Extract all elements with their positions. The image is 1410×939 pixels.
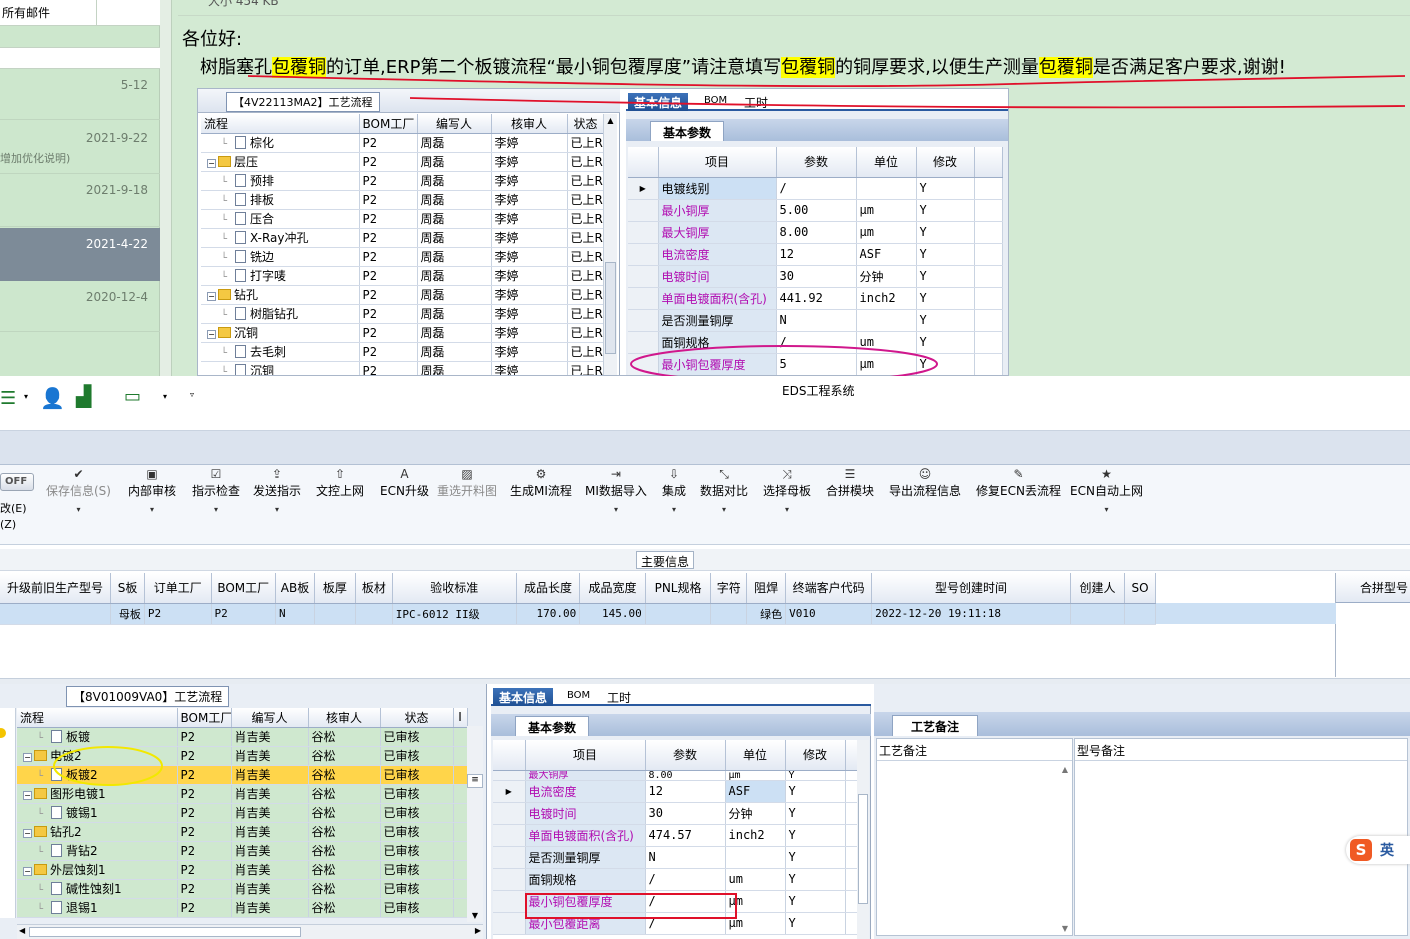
magenta-ellipse-annotation xyxy=(630,345,938,376)
eds-app-window: ☰ ▾ 👤 ▟ ▭ ▾ ▿ EDS工程系统 OFF 改(E) (Z) ✔ 保存信息… xyxy=(0,376,1410,939)
red-box-annotation xyxy=(525,893,737,919)
annotation-layer xyxy=(53,746,737,919)
annotation-layer xyxy=(247,75,1406,376)
red-underline-annotation xyxy=(409,97,1406,109)
mail-window: 所有邮件 5-12 2021-9-22 增加优化说明) 2021-9-18 20… xyxy=(0,0,1410,376)
red-underline-annotation xyxy=(247,75,1406,88)
yellow-ellipse-annotation xyxy=(53,746,163,786)
